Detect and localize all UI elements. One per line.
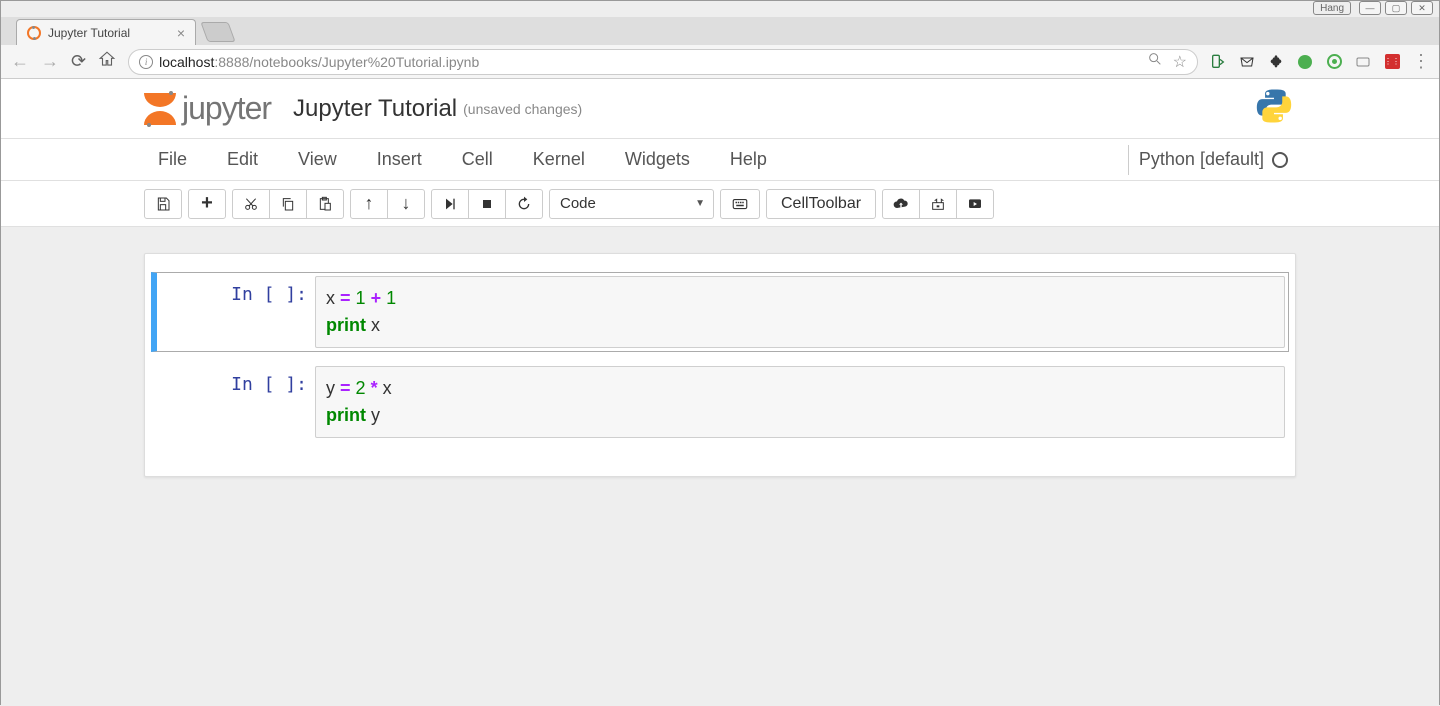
code-input[interactable]: y = 2 * xprint y — [315, 366, 1285, 438]
nav-back-button: ← — [11, 51, 29, 72]
menu-widgets[interactable]: Widgets — [605, 149, 710, 170]
extension-icon[interactable] — [1297, 54, 1313, 70]
cut-button[interactable] — [232, 189, 270, 219]
address-bar[interactable]: i localhost:8888/notebooks/Jupyter%20Tut… — [128, 49, 1198, 75]
cell-toolbar-button[interactable]: CellToolbar — [766, 189, 876, 219]
run-button[interactable] — [431, 189, 469, 219]
kernel-indicator: Python [default] — [1128, 145, 1296, 175]
extension-icon[interactable]: ⋮⋮ — [1384, 54, 1400, 70]
browser-tab-strip: Jupyter Tutorial × — [1, 17, 1439, 45]
command-palette-button[interactable] — [720, 189, 760, 219]
browser-tab[interactable]: Jupyter Tutorial × — [16, 19, 196, 45]
jupyter-header: jupyter Jupyter Tutorial (unsaved change… — [1, 79, 1439, 139]
upload-button[interactable] — [882, 189, 920, 219]
menu-kernel[interactable]: Kernel — [513, 149, 605, 170]
window-titlebar: Hang — ▢ ✕ — [1, 1, 1439, 17]
copy-button[interactable] — [269, 189, 307, 219]
code-cell[interactable]: In [ ]: y = 2 * xprint y — [151, 362, 1289, 442]
insert-cell-button[interactable]: + — [188, 189, 226, 219]
move-down-button[interactable]: ↓ — [387, 189, 425, 219]
notebook-save-status: (unsaved changes) — [463, 101, 582, 117]
presentation-button[interactable] — [956, 189, 994, 219]
menubar: File Edit View Insert Cell Kernel Widget… — [1, 139, 1439, 181]
jupyter-favicon-icon — [27, 26, 41, 40]
extension-icon[interactable] — [1210, 54, 1226, 70]
browser-menu-button[interactable]: ⋮ — [1413, 54, 1429, 70]
menu-insert[interactable]: Insert — [357, 149, 442, 170]
extension-icons: ⋮⋮ ⋮ — [1210, 54, 1429, 70]
new-tab-button[interactable] — [200, 22, 235, 42]
cell-type-value: Code — [560, 195, 596, 212]
window-close-button[interactable]: ✕ — [1411, 1, 1433, 15]
menu-file[interactable]: File — [144, 149, 207, 170]
input-prompt: In [ ]: — [160, 366, 315, 438]
menu-view[interactable]: View — [278, 149, 357, 170]
notebook-container: In [ ]: x = 1 + 1print x In [ ]: y = 2 *… — [144, 253, 1296, 477]
move-up-button[interactable]: ↑ — [350, 189, 388, 219]
cell-type-select[interactable]: Code — [549, 189, 714, 219]
window-maximize-button[interactable]: ▢ — [1385, 1, 1407, 15]
zoom-icon[interactable] — [1147, 51, 1163, 72]
tab-close-icon[interactable]: × — [177, 25, 185, 41]
menu-edit[interactable]: Edit — [207, 149, 278, 170]
save-button[interactable] — [144, 189, 182, 219]
jupyter-logo-icon — [144, 93, 176, 125]
toolbar: + ↑ ↓ — [1, 181, 1439, 227]
python-logo-icon — [1252, 84, 1296, 133]
browser-toolbar: ← → ⟳ i localhost:8888/notebooks/Jupyter… — [1, 45, 1439, 79]
notebook-title[interactable]: Jupyter Tutorial — [293, 95, 457, 123]
menu-help[interactable]: Help — [710, 149, 787, 170]
extension-icon[interactable] — [1355, 54, 1371, 70]
notebook-area: In [ ]: x = 1 + 1print x In [ ]: y = 2 *… — [1, 227, 1439, 706]
interrupt-button[interactable] — [468, 189, 506, 219]
code-input[interactable]: x = 1 + 1print x — [315, 276, 1285, 348]
kernel-name-label: Python [default] — [1139, 149, 1264, 170]
bookmark-star-icon[interactable]: ☆ — [1173, 52, 1187, 72]
site-info-icon[interactable]: i — [139, 55, 153, 69]
hang-label: Hang — [1313, 1, 1351, 15]
extension-icon[interactable] — [1326, 54, 1342, 70]
restart-button[interactable] — [505, 189, 543, 219]
input-prompt: In [ ]: — [160, 276, 315, 348]
jupyter-logo[interactable]: jupyter — [144, 90, 271, 127]
jupyter-logo-text: jupyter — [182, 90, 271, 127]
kernel-status-icon — [1272, 152, 1288, 168]
nav-reload-button[interactable]: ⟳ — [71, 51, 86, 72]
paste-button[interactable] — [306, 189, 344, 219]
code-cell[interactable]: In [ ]: x = 1 + 1print x — [151, 272, 1289, 352]
page-content: jupyter Jupyter Tutorial (unsaved change… — [1, 79, 1439, 706]
window-minimize-button[interactable]: — — [1359, 1, 1381, 15]
extension-icon[interactable] — [1239, 54, 1255, 70]
nav-forward-button: → — [41, 51, 59, 72]
url-text: localhost:8888/notebooks/Jupyter%20Tutor… — [159, 54, 479, 70]
menu-cell[interactable]: Cell — [442, 149, 513, 170]
nav-home-button[interactable] — [98, 50, 116, 73]
extension-icon[interactable] — [1268, 54, 1284, 70]
browser-tab-title: Jupyter Tutorial — [48, 26, 130, 40]
download-button[interactable] — [919, 189, 957, 219]
